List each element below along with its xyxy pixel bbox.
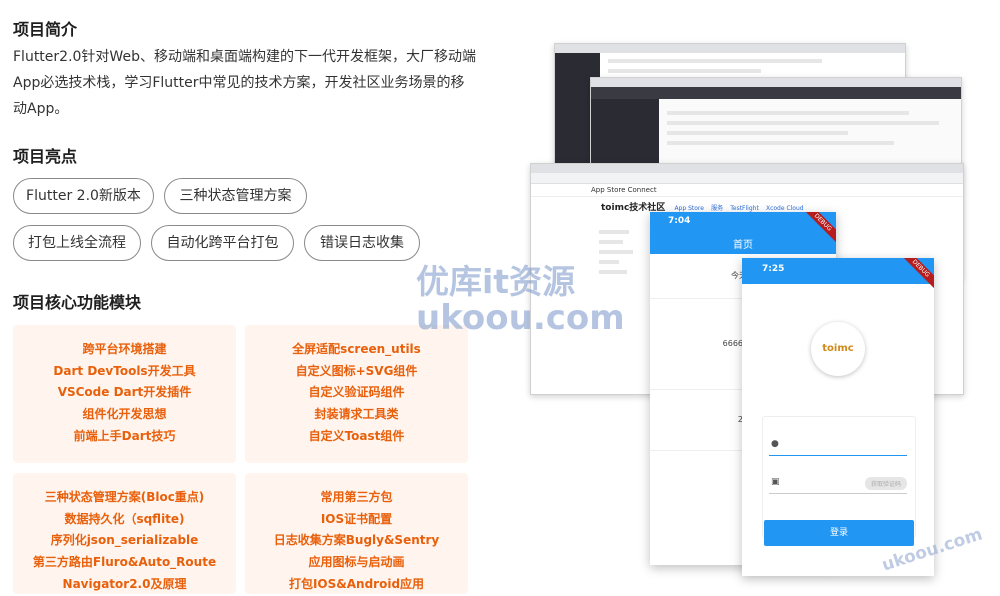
module-item: 自定义Toast组件 [308,428,405,443]
module-item: 日志收集方案Bugly&Sentry [273,533,440,548]
module-item: VSCode Dart开发插件 [57,385,192,400]
tag-error-logging: 错误日志收集 [304,225,420,261]
watermark-en: ukoou.com [416,298,625,338]
store-tab[interactable]: Xcode Cloud [766,205,804,212]
phone-login-screen: 7:25 DEBUG toimc ● ▣ 获取验证码 登录 [742,258,934,576]
module-item: Dart DevTools开发工具 [53,363,196,378]
tag-state-management: 三种状态管理方案 [164,178,307,214]
store-tab[interactable]: App Store [674,205,704,212]
code-input[interactable]: ▣ 获取验证码 [769,475,907,494]
module-item: IOS证书配置 [320,511,393,526]
module-item: 组件化开发思想 [82,407,167,422]
module-item: 全屏适配screen_utils [292,342,421,356]
get-code-button[interactable]: 获取验证码 [864,477,907,490]
tag-auto-packaging: 自动化跨平台打包 [151,225,294,261]
module-item: 跨平台环境搭建 [82,342,167,356]
watermark-cn: 优库it资源 [416,262,576,301]
intro-text: Flutter2.0针对Web、移动端和桌面端构建的下一代开发框架，大厂移动端A… [13,49,476,117]
module-item: Navigator2.0及原理 [62,576,187,591]
module-item: 打包IOS&Android应用 [288,576,425,591]
phone1-time: 7:04 [668,216,691,226]
store-tab[interactable]: 服务 [711,205,723,212]
user-icon: ● [771,439,779,449]
module-item: 常用第三方包 [320,490,393,504]
module-card-2: 全屏适配screen_utils 自定义图标+SVG组件 自定义验证码组件 封装… [245,325,468,463]
highlights-heading: 项目亮点 [13,147,78,166]
phone1-title: 首页 [733,240,753,251]
module-item: 自定义图标+SVG组件 [295,363,418,378]
username-input[interactable]: ● [769,437,907,456]
store-header: App Store Connect [531,184,963,197]
module-card-3: 三种状态管理方案(Bloc重点) 数据持久化（sqflite) 序列化json_… [13,473,236,594]
module-item: 第三方路由Fluro&Auto_Route [32,555,217,570]
module-item: 封装请求工具类 [314,407,399,422]
module-item: 应用图标与启动画 [308,555,405,570]
tag-flutter2: Flutter 2.0新版本 [13,178,154,214]
toimc-logo: toimc [811,322,865,376]
module-item: 前端上手Dart技巧 [73,428,176,443]
module-card-1: 跨平台环境搭建 Dart DevTools开发工具 VSCode Dart开发插… [13,325,236,463]
module-item: 序列化json_serializable [50,533,199,548]
module-item: 数据持久化（sqflite) [64,511,185,526]
tag-release-flow: 打包上线全流程 [13,225,141,261]
modules-heading: 项目核心功能模块 [13,293,142,312]
store-tab[interactable]: TestFlight [730,205,759,212]
intro-heading: 项目简介 [13,20,78,39]
phone2-time: 7:25 [762,264,785,274]
debug-ribbon: DEBUG [899,258,934,291]
module-item: 自定义验证码组件 [308,385,405,400]
module-card-4: 常用第三方包 IOS证书配置 日志收集方案Bugly&Sentry 应用图标与启… [245,473,468,594]
lock-icon: ▣ [771,477,780,487]
login-button[interactable]: 登录 [764,520,914,546]
module-item: 三种状态管理方案(Bloc重点) [44,490,205,504]
